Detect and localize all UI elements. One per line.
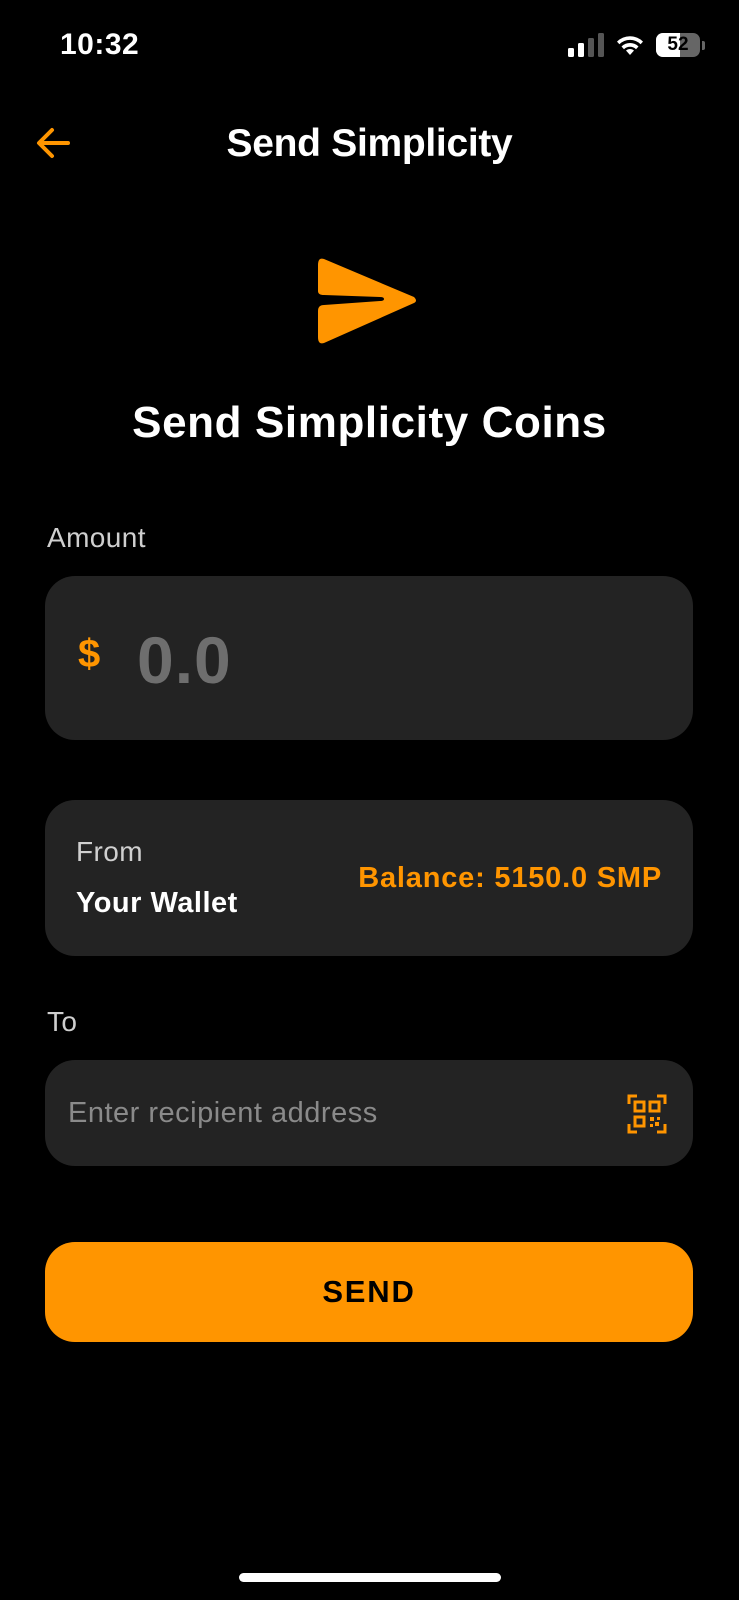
qr-scan-icon[interactable]: [627, 1094, 667, 1134]
wallet-balance: Balance: 5150.0 SMP: [358, 862, 662, 894]
from-wallet-name: Your Wallet: [76, 887, 238, 919]
page-title: Send Simplicity: [226, 122, 513, 165]
battery-level: 52: [667, 34, 689, 55]
cellular-signal-icon: [568, 33, 604, 57]
amount-label: Amount: [47, 522, 146, 553]
status-time: 10:32: [60, 28, 140, 61]
from-label: From: [76, 836, 143, 867]
from-wallet-card: From Your Wallet Balance: 5150.0 SMP: [45, 800, 693, 956]
recipient-field: [45, 1060, 693, 1166]
hero-title: Send Simplicity Coins: [132, 398, 607, 447]
recipient-address-input[interactable]: [68, 1086, 588, 1140]
to-label: To: [47, 1006, 78, 1037]
amount-input[interactable]: 0.0: [137, 622, 232, 698]
send-button[interactable]: SEND: [45, 1242, 693, 1342]
send-arrow-icon: [318, 258, 416, 344]
status-bar: 10:32 52: [0, 0, 739, 95]
currency-symbol: $: [78, 632, 101, 676]
battery-icon: 52: [656, 33, 705, 57]
nav-header: Send Simplicity: [0, 108, 739, 178]
status-icons: 52: [568, 33, 705, 57]
home-indicator: [239, 1573, 501, 1582]
wifi-icon: [617, 36, 643, 55]
amount-field[interactable]: $ 0.0: [45, 576, 693, 740]
